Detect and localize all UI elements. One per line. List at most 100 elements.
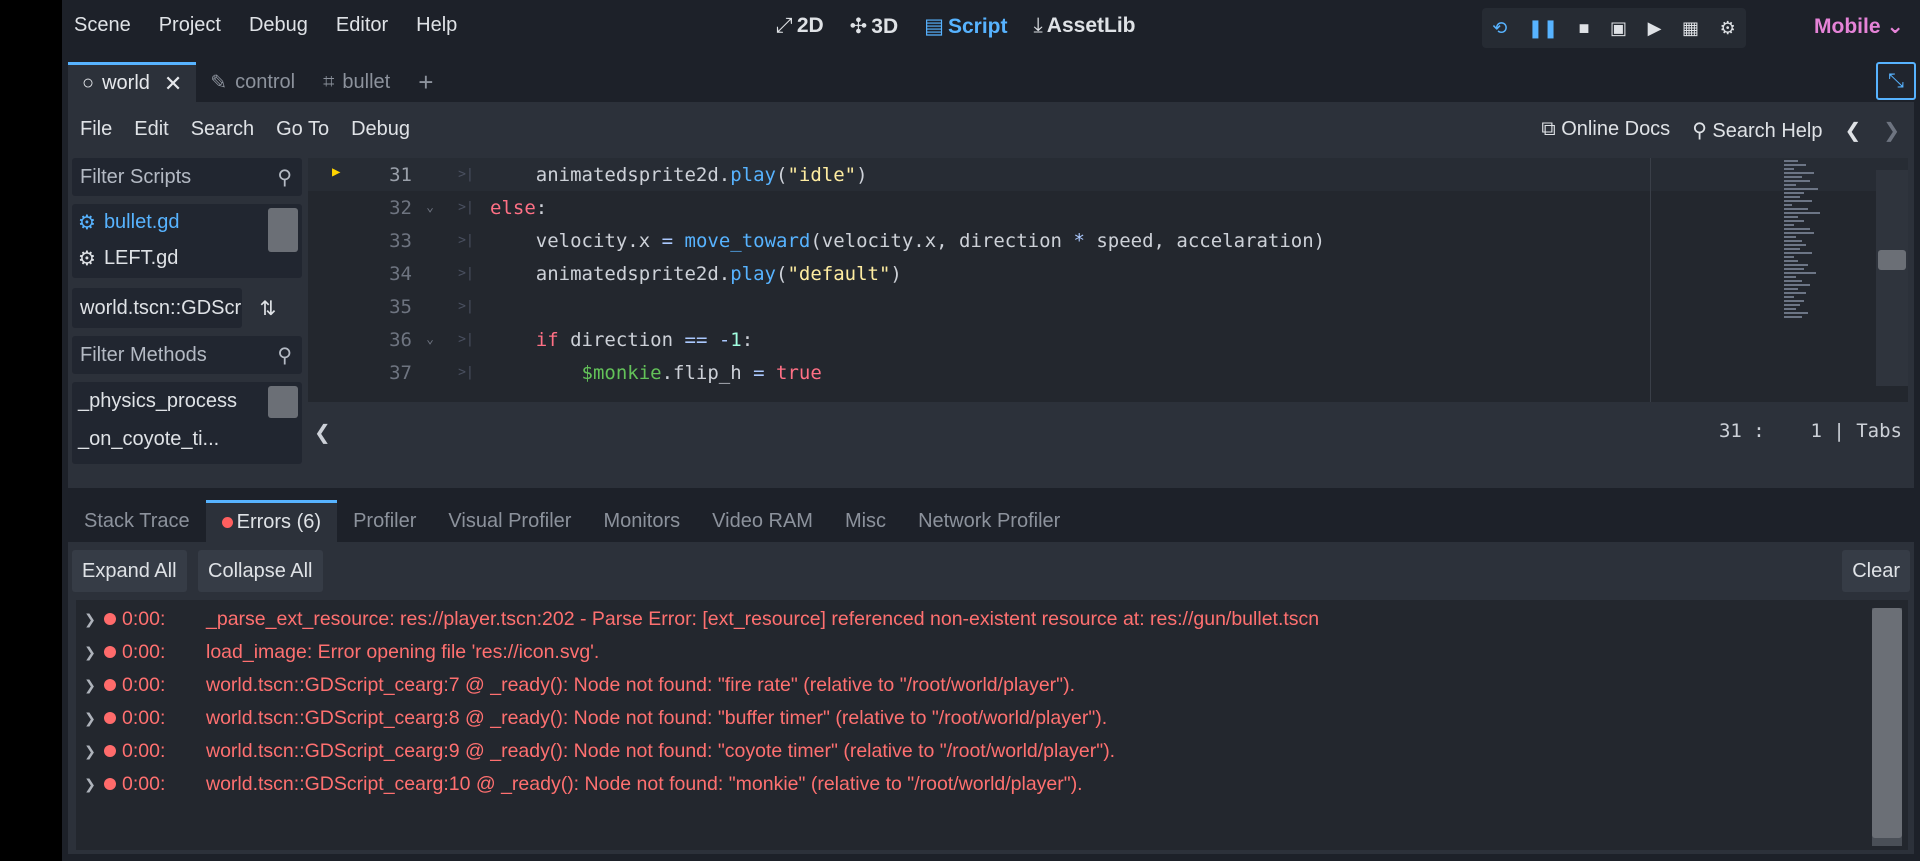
script-menu-goto[interactable]: Go To (276, 118, 329, 141)
error-row[interactable]: ❯ 0:00: world.tscn::GDScript_cearg:7 @ _re… (76, 668, 1075, 702)
menu-scene[interactable]: Scene (74, 14, 131, 37)
remote-debug-icon[interactable]: ▣ (1610, 18, 1627, 39)
workspace-script[interactable]: ▤ Script (924, 14, 1007, 39)
script-menu-file[interactable]: File (80, 118, 112, 141)
tab-misc[interactable]: Misc (829, 500, 902, 542)
distraction-free-icon[interactable]: ⤡ (1876, 62, 1916, 100)
filter-scripts-input[interactable]: Filter Scripts ⚲ (72, 158, 302, 196)
menu-help[interactable]: Help (416, 14, 457, 37)
error-row[interactable]: ❯ 0:00: _parse_ext_resource: res://player.… (76, 602, 1319, 636)
tab-video-ram[interactable]: Video RAM (696, 500, 829, 542)
movie-maker-icon[interactable]: ⚙ (1720, 18, 1736, 39)
stop-icon[interactable]: ■ (1579, 18, 1590, 39)
chevron-right-icon[interactable]: ❯ (76, 644, 104, 661)
error-message: load_image: Error opening file 'res://ic… (206, 640, 600, 663)
minimap-line (1784, 272, 1816, 274)
error-row[interactable]: ❯ 0:00: world.tscn::GDScript_cearg:10 @ _r… (76, 767, 1082, 801)
error-row[interactable]: ❯ 0:00: world.tscn::GDScript_cearg:8 @ _re… (76, 701, 1107, 735)
code-line[interactable]: 37 >| $monkie.flip_h = true (308, 356, 1908, 389)
line-number[interactable]: 34 (308, 263, 418, 285)
tab-network-profiler[interactable]: Network Profiler (902, 500, 1076, 542)
scrollbar[interactable] (268, 386, 298, 418)
script-menu-debug[interactable]: Debug (351, 118, 410, 141)
menu-project[interactable]: Project (159, 14, 221, 37)
minimap-line (1784, 264, 1808, 266)
tab-bullet[interactable]: ⌗ bullet (309, 62, 404, 102)
scrollbar-thumb[interactable] (1872, 608, 1902, 838)
online-docs-button[interactable]: ⧉ Online Docs (1541, 118, 1670, 143)
scrollbar[interactable] (268, 208, 298, 252)
code-line[interactable]: 35 >| (308, 290, 1908, 323)
clear-button[interactable]: Clear (1842, 550, 1910, 592)
play-custom-scene-icon[interactable]: ▦ (1682, 18, 1699, 39)
next-script-icon[interactable]: ❯ (1883, 118, 1900, 143)
add-tab-button[interactable]: + (404, 62, 447, 102)
line-number[interactable]: 32 (308, 197, 418, 219)
line-number[interactable]: 33 (308, 230, 418, 252)
menu-debug[interactable]: Debug (249, 14, 308, 37)
tab-world[interactable]: ○ world ✕ (68, 62, 197, 102)
play-scene-icon[interactable]: ▶ (1648, 18, 1662, 39)
prev-script-icon[interactable]: ❮ (1844, 118, 1861, 143)
scrollbar-thumb[interactable] (1878, 250, 1906, 270)
scene-script-row: world.tscn::GDScr ⇅ (72, 288, 302, 328)
pause-icon[interactable]: ❚❚ (1528, 18, 1558, 39)
list-item[interactable]: _on_coyote_ti... (72, 420, 302, 458)
tab-visual-profiler[interactable]: Visual Profiler (432, 500, 587, 542)
scrollbar[interactable] (1872, 608, 1902, 846)
code-line[interactable]: 32 ⌄ >| else: (308, 191, 1908, 224)
chevron-right-icon[interactable]: ❯ (76, 743, 104, 760)
error-time: 0:00: (122, 607, 166, 630)
chevron-right-icon[interactable]: ❯ (76, 677, 104, 694)
search-help-button[interactable]: ⚲ Search Help (1692, 118, 1822, 143)
code-line[interactable]: ▶ 31 >| animatedsprite2d.play("idle") (308, 158, 1908, 191)
method-list: _physics_process _on_coyote_ti... (72, 382, 302, 464)
filter-methods-input[interactable]: Filter Methods ⚲ (72, 336, 302, 374)
tab-stack-trace[interactable]: Stack Trace (68, 500, 206, 542)
code-line[interactable]: 36 ⌄ >| if direction == -1: (308, 323, 1908, 356)
code-editor[interactable]: ▶ 31 >| animatedsprite2d.play("idle") 32 ⌄ >|… (308, 158, 1908, 402)
expand-all-button[interactable]: Expand All (72, 550, 187, 592)
scrollbar[interactable] (1876, 170, 1908, 386)
workspace-2d[interactable]: ⤢ 2D (776, 14, 824, 39)
error-time: 0:00: (122, 673, 166, 696)
line-number[interactable]: 37 (308, 362, 418, 384)
fold-arrow-icon[interactable]: ⌄ (418, 200, 442, 215)
minimap-line (1784, 216, 1798, 218)
line-number[interactable]: 36 (308, 329, 418, 351)
fold-arrow-icon[interactable]: ⌄ (418, 332, 442, 347)
code-line[interactable]: 33 >| velocity.x = move_toward(velocity.x… (308, 224, 1908, 257)
tab-errors-6[interactable]: Errors (6) (205, 500, 338, 542)
tab-control[interactable]: ✎ control (196, 62, 309, 102)
line-number[interactable]: ▶ 31 (308, 164, 418, 186)
script-menu-search[interactable]: Search (191, 118, 254, 141)
menu-editor[interactable]: Editor (336, 14, 388, 37)
workspace-assetlib[interactable]: ⤓ AssetLib (1034, 14, 1136, 39)
minimap-line (1784, 252, 1812, 254)
minimap-line (1784, 232, 1814, 234)
error-row[interactable]: ❯ 0:00: world.tscn::GDScript_cearg:9 @ _re… (76, 734, 1115, 768)
minimap[interactable] (1784, 158, 1854, 358)
tab-marker-icon: >| (458, 167, 474, 182)
chevron-right-icon[interactable]: ❯ (76, 776, 104, 793)
workspace-3d[interactable]: ✣ 3D (850, 14, 898, 39)
sort-icon[interactable]: ⇅ (248, 288, 288, 328)
line-number[interactable]: 35 (308, 296, 418, 318)
close-icon[interactable]: ✕ (164, 71, 182, 97)
minimap-line (1784, 184, 1796, 186)
toggle-panel-icon[interactable]: ❮ (314, 420, 331, 444)
collapse-all-button[interactable]: Collapse All (198, 550, 323, 592)
tab-profiler[interactable]: Profiler (337, 500, 432, 542)
chevron-right-icon[interactable]: ❯ (76, 710, 104, 727)
code-line[interactable]: 34 >| animatedsprite2d.play("default") (308, 257, 1908, 290)
help-links: ⧉ Online Docs ⚲ Search Help ❮ ❯ (1541, 118, 1900, 143)
reload-icon[interactable]: ⟲ (1492, 18, 1507, 39)
code-text: $monkie.flip_h = true (581, 361, 822, 384)
script-menu-edit[interactable]: Edit (134, 118, 168, 141)
main-menu: Scene Project Debug Editor Help (74, 14, 457, 37)
tab-monitors[interactable]: Monitors (587, 500, 696, 542)
renderer-select[interactable]: Mobile ⌄ (1814, 14, 1904, 39)
minimap-line (1784, 220, 1804, 222)
chevron-right-icon[interactable]: ❯ (76, 611, 104, 628)
error-row[interactable]: ❯ 0:00: load_image: Error opening file 're… (76, 635, 599, 669)
